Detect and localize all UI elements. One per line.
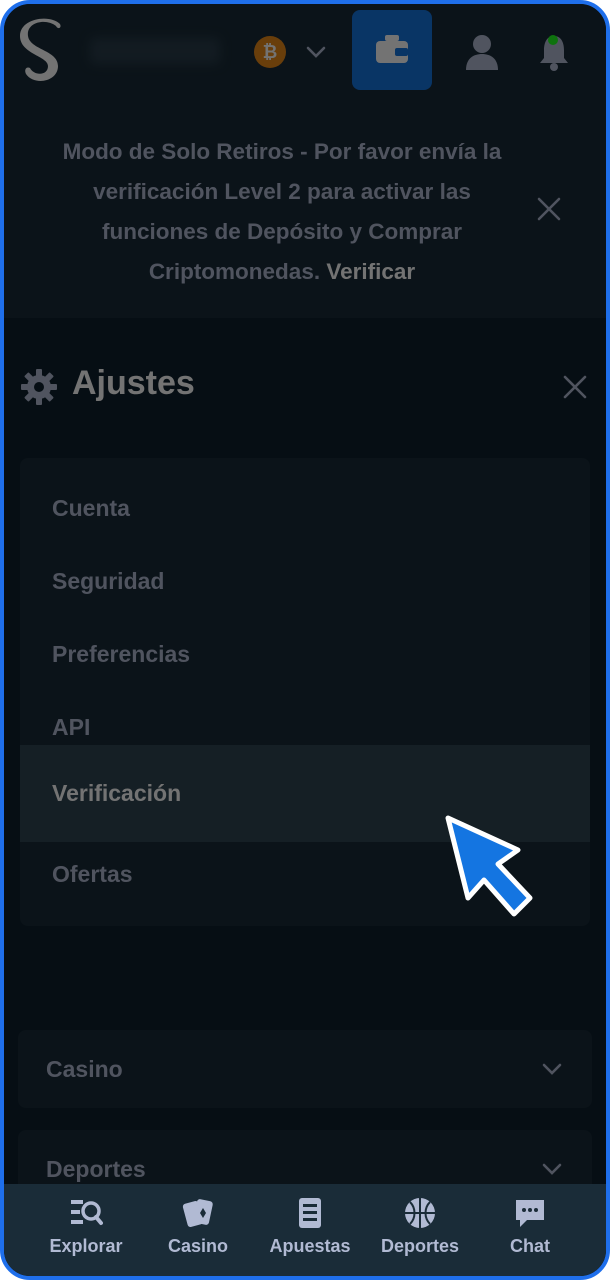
chat-bubble-icon xyxy=(516,1200,544,1227)
bitcoin-icon[interactable]: ₿ xyxy=(254,36,286,68)
nav-chat-label: Chat xyxy=(510,1236,550,1256)
chevron-down-icon xyxy=(542,1163,562,1175)
settings-title: Ajustes xyxy=(72,364,195,402)
nav-chat[interactable]: Chat xyxy=(470,1192,590,1272)
top-header: ₿ xyxy=(4,4,606,102)
app-frame: ₿ Modo de Solo Retiros - Por favor envía… xyxy=(0,0,610,1280)
banner-message: Modo de Solo Retiros - Por favor envía l… xyxy=(50,132,514,292)
chevron-down-icon[interactable] xyxy=(304,40,328,64)
close-icon[interactable] xyxy=(534,194,564,224)
casino-section[interactable]: Casino xyxy=(18,1030,592,1108)
settings-header: Ajustes xyxy=(4,318,606,458)
close-icon[interactable] xyxy=(560,372,590,402)
verify-link[interactable]: Verificar xyxy=(326,259,415,284)
bell-icon[interactable] xyxy=(532,30,576,74)
menu-item-preferencias[interactable]: Preferencias xyxy=(20,618,590,691)
settings-sections: Casino Deportes xyxy=(4,978,606,1208)
gear-icon xyxy=(21,369,57,405)
chevron-down-icon xyxy=(542,1063,562,1075)
browse-search-icon xyxy=(71,1200,103,1225)
banner-text: Modo de Solo Retiros - Por favor envía l… xyxy=(62,139,502,284)
nav-explorar[interactable]: Explorar xyxy=(26,1192,146,1272)
menu-item-cuenta[interactable]: Cuenta xyxy=(20,472,590,545)
bet-slip-icon xyxy=(299,1198,321,1228)
menu-item-seguridad[interactable]: Seguridad xyxy=(20,545,590,618)
nav-deportes[interactable]: Deportes xyxy=(360,1192,480,1272)
playing-cards-icon xyxy=(182,1199,213,1227)
basketball-icon xyxy=(405,1198,435,1228)
bottom-navigation: Explorar Casino Apuestas Deportes Chat xyxy=(4,1184,606,1276)
stake-logo-icon[interactable] xyxy=(18,16,68,88)
user-icon[interactable] xyxy=(460,30,504,74)
nav-apuestas-label: Apuestas xyxy=(269,1236,351,1256)
wallet-button[interactable] xyxy=(352,10,432,90)
nav-deportes-label: Deportes xyxy=(380,1236,460,1256)
nav-casino-label: Casino xyxy=(167,1236,228,1256)
nav-apuestas[interactable]: Apuestas xyxy=(250,1192,370,1272)
casino-section-label: Casino xyxy=(46,1055,123,1082)
nav-casino[interactable]: Casino xyxy=(138,1192,258,1272)
wallet-icon xyxy=(376,35,408,63)
nav-explorar-label: Explorar xyxy=(49,1236,123,1256)
balance-amount-hidden[interactable] xyxy=(90,38,220,64)
pointer-cursor-icon xyxy=(445,815,533,917)
deportes-section-label: Deportes xyxy=(46,1155,146,1182)
verification-banner: Modo de Solo Retiros - Por favor envía l… xyxy=(4,102,606,318)
